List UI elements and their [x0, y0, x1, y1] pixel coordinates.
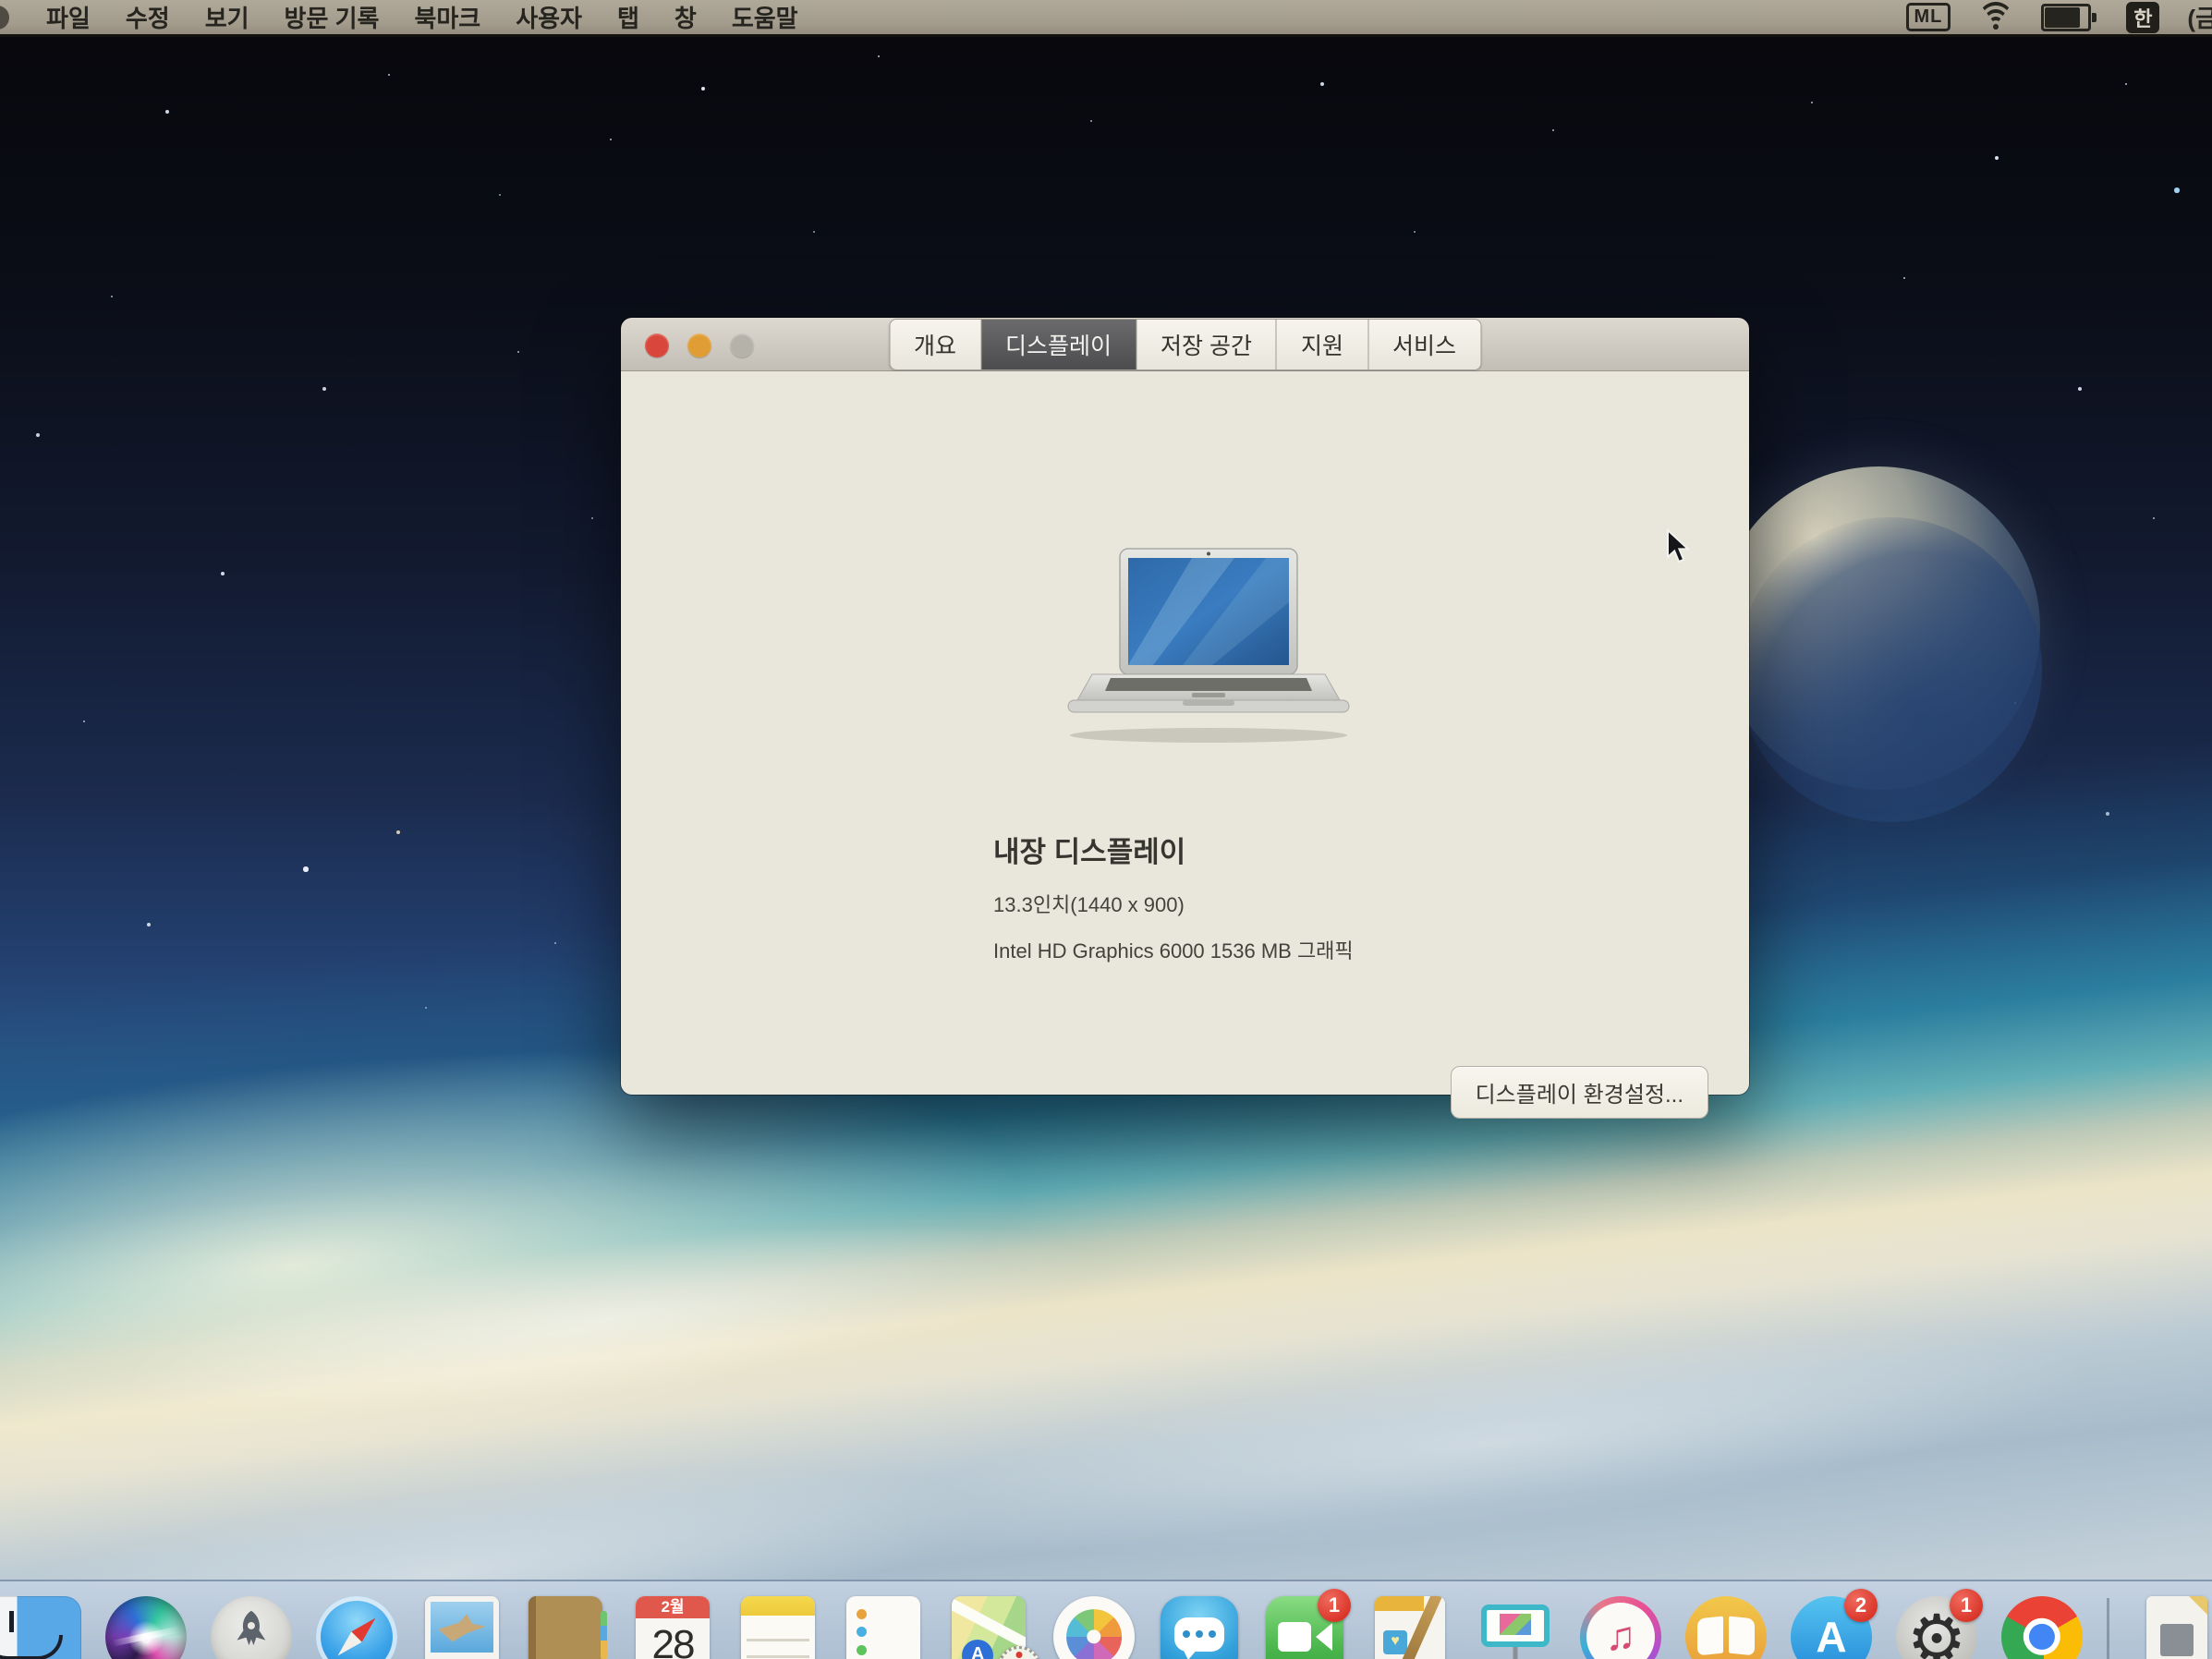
dock-item-finder[interactable] [0, 1596, 81, 1659]
display-spec: 13.3인치(1440 x 900) [993, 889, 1185, 918]
dock-item-ibooks[interactable] [1685, 1596, 1767, 1659]
menu-items: 파일 수정 보기 방문 기록 북마크 사용자 탭 창 도움말 [46, 0, 798, 34]
battery-icon[interactable] [2041, 4, 2098, 31]
graphics-spec: Intel HD Graphics 6000 1536 MB 그래픽 [993, 935, 1354, 964]
menu-tab[interactable]: 탭 [617, 0, 639, 34]
calendar-month: 2월 [636, 1596, 710, 1618]
menu-date[interactable]: (금 [2187, 0, 2212, 34]
dock-item-system-preferences[interactable]: ⚙ 1 [1896, 1596, 1977, 1659]
dock: 2월 28 A 1 [0, 1580, 2212, 1659]
hangul-input-icon[interactable]: 한 [2126, 2, 2159, 33]
tab-displays[interactable]: 디스플레이 [981, 320, 1136, 369]
calendar-day: 28 [636, 1618, 710, 1659]
dock-item-photo-booth[interactable] [1475, 1596, 1556, 1659]
messages-icon [1161, 1596, 1238, 1659]
chrome-icon [2001, 1596, 2083, 1659]
dock-item-app-store[interactable]: A 2 [1791, 1596, 1872, 1659]
dock-item-facetime[interactable]: 1 [1264, 1596, 1345, 1659]
dock-item-launchpad[interactable] [211, 1596, 292, 1659]
menu-users[interactable]: 사용자 [516, 0, 582, 34]
menu-edit[interactable]: 수정 [126, 0, 170, 34]
dock-item-contacts[interactable] [527, 1596, 608, 1659]
mail-icon [425, 1596, 499, 1659]
menu-history[interactable]: 방문 기록 [285, 0, 380, 34]
dock-separator [2107, 1598, 2109, 1659]
window-titlebar[interactable]: 개요 디스플레이 저장 공간 지원 서비스 [621, 318, 1749, 371]
itunes-icon: ♫ [1580, 1596, 1661, 1659]
tab-overview[interactable]: 개요 [890, 320, 981, 369]
screen: 파일 수정 보기 방문 기록 북마크 사용자 탭 창 도움말 ML 한 (금 [0, 0, 2212, 1659]
launchpad-icon [211, 1596, 292, 1659]
tab-storage[interactable]: 저장 공간 [1136, 320, 1277, 369]
dock-item-notes[interactable] [737, 1596, 819, 1659]
dock-item-mail[interactable] [421, 1596, 503, 1659]
dock-item-photos[interactable] [1053, 1596, 1135, 1659]
siri-icon [105, 1596, 187, 1659]
photos-icon [1053, 1596, 1135, 1659]
tab-bar: 개요 디스플레이 저장 공간 지원 서비스 [889, 319, 1481, 370]
document-icon [2146, 1596, 2207, 1659]
ibooks-icon [1685, 1596, 1767, 1659]
dock-item-messages[interactable] [1159, 1596, 1240, 1659]
photo-booth-icon [1477, 1596, 1554, 1659]
about-this-mac-window: 개요 디스플레이 저장 공간 지원 서비스 [621, 318, 1749, 1095]
dock-item-safari[interactable] [316, 1596, 397, 1659]
dock-item-chrome[interactable] [2001, 1596, 2083, 1659]
apple-menu-partial-icon[interactable] [0, 6, 9, 30]
safari-icon [316, 1596, 397, 1659]
dock-item-reminders[interactable] [843, 1596, 924, 1659]
tab-service[interactable]: 서비스 [1368, 320, 1480, 369]
dock-item-maps[interactable]: A [948, 1596, 1029, 1659]
dock-item-pages[interactable] [1369, 1596, 1451, 1659]
facetime-badge: 1 [1318, 1589, 1351, 1622]
menu-view[interactable]: 보기 [205, 0, 249, 34]
window-body: 내장 디스플레이 13.3인치(1440 x 900) Intel HD Gra… [621, 371, 1749, 1095]
dock-item-siri[interactable] [105, 1596, 187, 1659]
dock-item-document[interactable] [2133, 1596, 2212, 1659]
menu-window[interactable]: 창 [675, 0, 697, 34]
input-ml-icon[interactable]: ML [1906, 3, 1951, 31]
calendar-icon: 2월 28 [636, 1596, 710, 1659]
maps-marker: A [962, 1640, 993, 1659]
pages-icon [1375, 1596, 1445, 1659]
traffic-lights [645, 333, 754, 357]
status-icons: ML 한 (금 [1906, 0, 2212, 34]
menu-file[interactable]: 파일 [46, 0, 91, 34]
menu-bar: 파일 수정 보기 방문 기록 북마크 사용자 탭 창 도움말 ML 한 (금 [0, 0, 2212, 37]
menu-bookmarks[interactable]: 북마크 [414, 0, 480, 34]
minimize-button[interactable] [687, 333, 711, 357]
zoom-button[interactable] [730, 333, 754, 357]
system-preferences-badge: 1 [1950, 1589, 1983, 1622]
display-preferences-button[interactable]: 디스플레이 환경설정... [1451, 1066, 1708, 1119]
close-button[interactable] [645, 333, 669, 357]
reminders-icon [846, 1596, 920, 1659]
dock-item-itunes[interactable]: ♫ [1580, 1596, 1661, 1659]
notes-icon [741, 1596, 815, 1659]
app-store-badge: 2 [1844, 1589, 1878, 1622]
display-name: 내장 디스플레이 [993, 829, 1185, 870]
macbook-illustration [1053, 547, 1364, 746]
mouse-cursor [1666, 528, 1697, 565]
wifi-icon[interactable] [1978, 4, 2013, 31]
dock-item-calendar[interactable]: 2월 28 [632, 1596, 713, 1659]
tab-support[interactable]: 지원 [1277, 320, 1368, 369]
menu-help[interactable]: 도움말 [732, 0, 798, 34]
finder-icon [0, 1596, 81, 1659]
contacts-icon [529, 1596, 602, 1659]
